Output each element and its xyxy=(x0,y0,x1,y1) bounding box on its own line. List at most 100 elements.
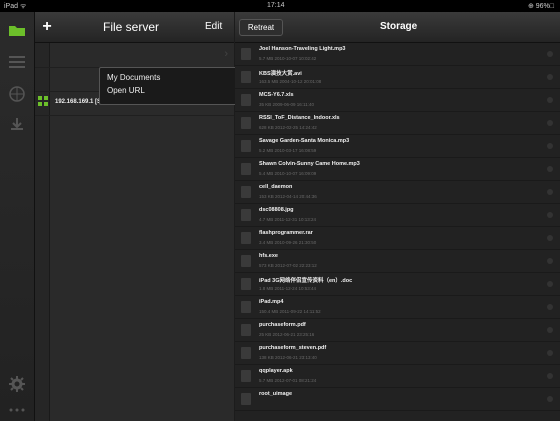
file-row[interactable]: iPad 3G网络伴侣宣传资料（en）.doc 1.8 MB 2011-12-24… xyxy=(235,273,560,296)
document-file-icon xyxy=(241,324,251,336)
file-action-icon[interactable] xyxy=(547,396,553,402)
location-menu: My Documents Open URL xyxy=(99,67,253,105)
file-row[interactable]: MCS-Y6.7.xls 35 KB 2009-06-09 16:11:40 xyxy=(235,89,560,112)
file-action-icon[interactable] xyxy=(547,235,553,241)
file-action-icon[interactable] xyxy=(547,304,553,310)
folder-icon[interactable] xyxy=(8,22,26,38)
document-file-icon xyxy=(241,347,251,359)
video-file-icon xyxy=(241,71,251,83)
video-file-icon xyxy=(241,301,251,313)
music-file-icon xyxy=(241,140,251,152)
file-name: MCS-Y6.7.xls xyxy=(259,92,294,98)
file-row[interactable]: purchaseform.pdf 25 KB 2012-06-21 23:25:1… xyxy=(235,319,560,342)
edit-button[interactable]: Edit xyxy=(205,21,222,32)
file-row[interactable]: Shawn Colvin-Sunny Came Home.mp3 5.4 MB 2… xyxy=(235,158,560,181)
file-name: hfs.exe xyxy=(259,253,278,259)
file-name: Savage Garden-Santa Monica.mp3 xyxy=(259,138,350,144)
file-meta: 153 KB 2012-04-14 20:44:36 xyxy=(259,194,317,199)
file-row[interactable]: iPad.mp4 150.4 MB 2011-09-22 14:11:52 xyxy=(235,296,560,319)
file-row[interactable]: hfs.exe 573 KB 2012-07-02 22:23:12 xyxy=(235,250,560,273)
archive-file-icon xyxy=(241,232,251,244)
file-name: dsc08808.jpg xyxy=(259,207,294,213)
status-bar: iPad ᯤ 17:14 ⊕ 96%□ xyxy=(0,0,560,12)
chevron-right-icon: › xyxy=(224,48,228,60)
file-meta: 150.4 MB 2011-09-22 14:11:52 xyxy=(259,309,321,314)
image-file-icon xyxy=(241,209,251,221)
device-label: iPad ᯤ xyxy=(4,3,27,10)
menu-item-open-url[interactable]: Open URL xyxy=(107,86,145,95)
file-row[interactable]: flashprogrammer.rar 3.4 MB 2010-09-26 21:… xyxy=(235,227,560,250)
file-server-header: + File server Edit xyxy=(35,12,234,43)
server-row-placeholder: › xyxy=(35,43,234,68)
file-row[interactable]: cell_daemon 153 KB 2012-04-14 20:44:36 xyxy=(235,181,560,204)
file-meta: 1.8 MB 2011-12-24 10:53:44 xyxy=(259,286,316,291)
back-button[interactable]: Retreat xyxy=(239,19,283,36)
file-icon xyxy=(241,370,251,382)
storage-panel: Retreat Storage Joel Hanson-Traveling Li… xyxy=(235,12,560,421)
file-action-icon[interactable] xyxy=(547,281,553,287)
gear-icon[interactable] xyxy=(8,376,26,392)
left-rail xyxy=(0,12,35,421)
file-meta: 138 KB 2012-06-21 23:13:40 xyxy=(259,355,317,360)
file-meta: 5.4 MB 2010-10-07 16:09:09 xyxy=(259,171,317,176)
spreadsheet-file-icon xyxy=(241,117,251,129)
file-icon xyxy=(241,186,251,198)
file-meta: 25 KB 2012-06-21 23:25:16 xyxy=(259,332,315,337)
file-name: flashprogrammer.rar xyxy=(259,230,313,236)
file-meta: 5.7 MB 2012-07-01 08:21:24 xyxy=(259,378,317,383)
file-meta: 3.4 MB 2010-09-26 21:30:50 xyxy=(259,240,317,245)
file-name: root_uimage xyxy=(259,391,293,397)
file-row[interactable]: Joel Hanson-Traveling Light.mp3 5.7 MB 20… xyxy=(235,43,560,66)
file-icon xyxy=(241,393,251,405)
file-name: KBS演技大赏.avi xyxy=(259,71,302,77)
file-action-icon[interactable] xyxy=(547,327,553,333)
file-action-icon[interactable] xyxy=(547,258,553,264)
download-icon[interactable] xyxy=(8,116,26,132)
document-file-icon xyxy=(241,278,251,290)
file-row[interactable]: RSSI_ToF_Distance_Indoor.xls 628 KB 2012-… xyxy=(235,112,560,135)
storage-header: Retreat Storage xyxy=(235,12,560,43)
file-action-icon[interactable] xyxy=(547,51,553,57)
file-row[interactable]: dsc08808.jpg 4.7 MB 2011-12-31 10:13:24 xyxy=(235,204,560,227)
file-name: iPad.mp4 xyxy=(259,299,284,305)
file-row[interactable]: KBS演技大赏.avi 163.5 MB 2004-10-12 20:01:08 xyxy=(235,66,560,89)
file-meta: 628 KB 2012-02-25 14:24:42 xyxy=(259,125,317,130)
file-name: purchaseform.pdf xyxy=(259,322,306,328)
panel-title: File server xyxy=(103,20,160,34)
file-meta: 163.5 MB 2004-10-12 20:01:08 xyxy=(259,79,322,84)
file-name: Shawn Colvin-Sunny Came Home.mp3 xyxy=(259,161,360,167)
file-row[interactable]: purchaseform_steven.pdf 138 KB 2012-06-21… xyxy=(235,342,560,365)
file-action-icon[interactable] xyxy=(547,97,553,103)
more-icon[interactable] xyxy=(8,402,26,418)
add-server-button[interactable]: + xyxy=(38,18,56,36)
file-meta: 5.7 MB 2010-10-07 10:02:42 xyxy=(259,56,317,61)
file-action-icon[interactable] xyxy=(547,166,553,172)
file-meta: 573 KB 2012-07-02 22:23:12 xyxy=(259,263,317,268)
file-name: purchaseform_steven.pdf xyxy=(259,345,327,351)
file-action-icon[interactable] xyxy=(547,373,553,379)
file-name: Joel Hanson-Traveling Light.mp3 xyxy=(259,46,346,52)
file-meta: 5.2 MB 2010-03-17 16:08:59 xyxy=(259,148,317,153)
battery-indicator: ⊕ 96%□ xyxy=(527,3,554,10)
file-row[interactable]: root_uimage xyxy=(235,388,560,411)
file-action-icon[interactable] xyxy=(547,212,553,218)
file-meta: 4.7 MB 2011-12-31 10:13:24 xyxy=(259,217,316,222)
panel-title: Storage xyxy=(380,21,418,32)
file-icon xyxy=(241,255,251,267)
file-action-icon[interactable] xyxy=(547,143,553,149)
file-server-panel: + File server Edit › › 192.168.169.1 [SA… xyxy=(35,12,253,421)
list-icon[interactable] xyxy=(8,54,26,70)
file-action-icon[interactable] xyxy=(547,350,553,356)
file-action-icon[interactable] xyxy=(547,189,553,195)
file-row[interactable]: qqplayer.apk 5.7 MB 2012-07-01 08:21:24 xyxy=(235,365,560,388)
file-name: iPad 3G网络伴侣宣传资料（en）.doc xyxy=(259,278,353,284)
clock: 17:14 xyxy=(267,2,285,9)
file-meta: 35 KB 2009-06-09 16:11:40 xyxy=(259,102,314,107)
file-action-icon[interactable] xyxy=(547,120,553,126)
globe-icon[interactable] xyxy=(8,86,26,102)
menu-item-my-documents[interactable]: My Documents xyxy=(107,73,160,82)
file-row[interactable]: Savage Garden-Santa Monica.mp3 5.2 MB 201… xyxy=(235,135,560,158)
file-name: RSSI_ToF_Distance_Indoor.xls xyxy=(259,115,340,121)
music-file-icon xyxy=(241,163,251,175)
file-action-icon[interactable] xyxy=(547,74,553,80)
